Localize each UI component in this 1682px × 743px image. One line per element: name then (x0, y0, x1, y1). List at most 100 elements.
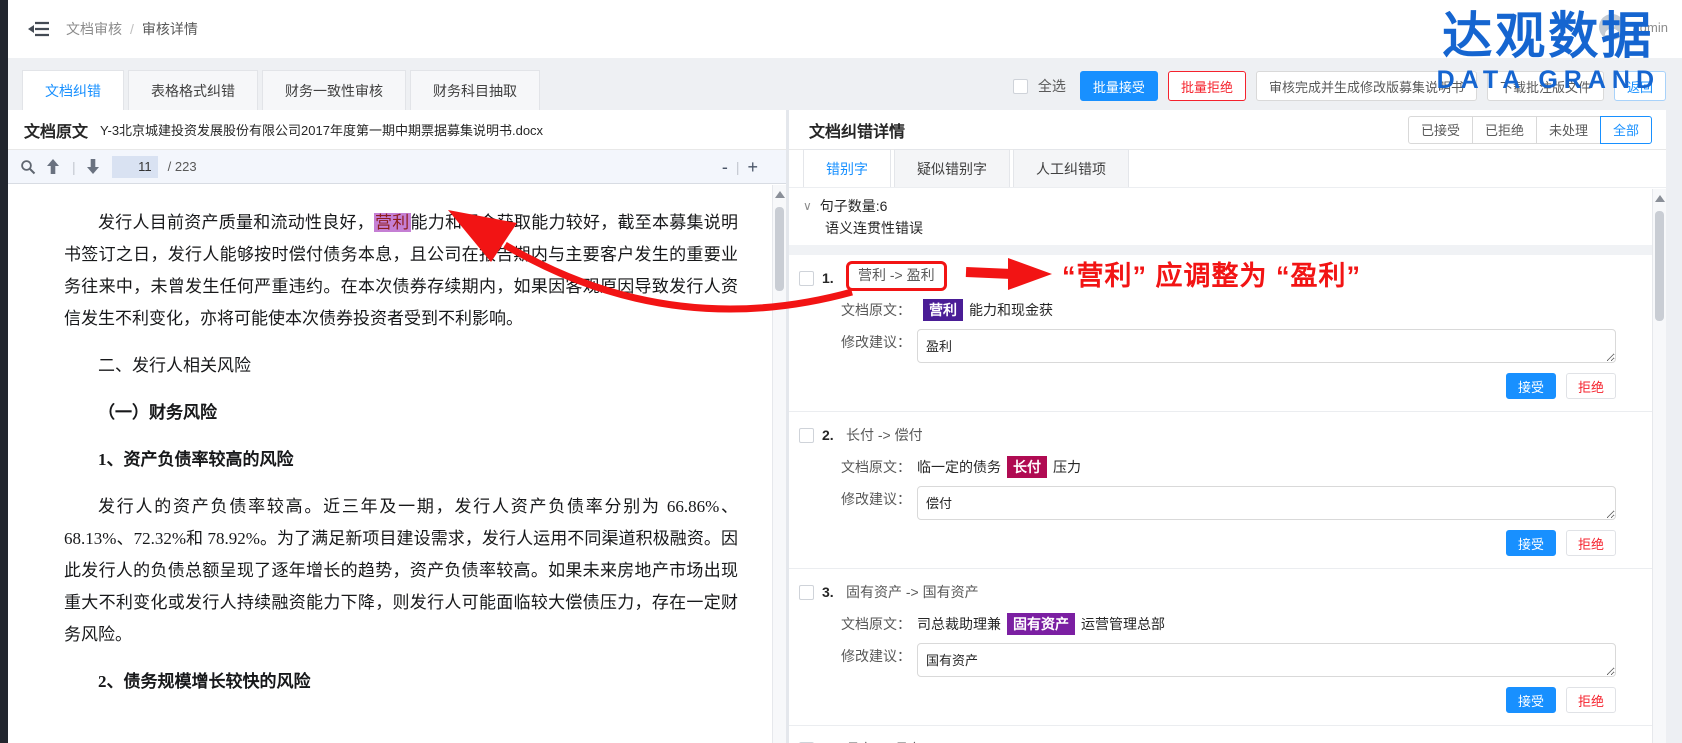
doc-error-highlight: 营利 (374, 213, 411, 232)
menu-fold-icon[interactable] (28, 20, 50, 38)
suggestion-label: 修改建议： (841, 329, 917, 355)
sentence-count: 句子数量:6 (820, 196, 888, 216)
chevron-down-icon[interactable]: ∨ (803, 199, 812, 213)
suggestion-label: 修改建议： (841, 486, 917, 512)
top-actions: 全选 批量接受 批量拒绝 审核完成并生成修改版募集说明书 下载批注版文件 返回 (1013, 71, 1666, 110)
batch-reject-button[interactable]: 批量拒绝 (1168, 71, 1246, 101)
accept-button[interactable]: 接受 (1506, 373, 1556, 399)
correction-text: 营利 -> 盈利 (846, 261, 947, 291)
breadcrumb-review-detail: 审核详情 (142, 19, 198, 39)
filter-accepted[interactable]: 已接受 (1408, 116, 1473, 144)
status-filter-group: 已接受 已拒绝 未处理 全部 (1408, 116, 1652, 144)
tab-financial-consistency[interactable]: 财务一致性审核 (262, 70, 406, 110)
page-number-input[interactable] (112, 156, 158, 178)
doc-paragraph-1: 发行人目前资产质量和流动性良好，营利能力和现金获取能力较好，截至本募集说明书签订… (64, 207, 738, 335)
original-label: 文档原文： (841, 611, 917, 637)
item-number: 2. (822, 427, 838, 443)
item-checkbox[interactable] (799, 585, 814, 600)
correction-item-1: 1. 营利 -> 盈利 文档原文： 营利能力和现金获 修改建议： 盈利 接受 拒… (789, 255, 1652, 412)
suggestion-input[interactable]: 盈利 (917, 329, 1616, 363)
original-label: 文档原文： (841, 297, 917, 323)
correction-text: 长付 -> 偿付 (846, 425, 923, 445)
breadcrumb: 文档审核 / 审核详情 (66, 19, 198, 39)
document-panel-title: 文档原文 (24, 118, 88, 142)
breadcrumb-doc-review[interactable]: 文档审核 (66, 19, 122, 39)
tab-doc-correction[interactable]: 文档纠错 (22, 70, 124, 110)
doc-heading-2: （一）财务风险 (98, 397, 738, 429)
tab-row: 文档纠错 表格格式纠错 财务一致性审核 财务科目抽取 全选 批量接受 批量拒绝 … (8, 58, 1682, 110)
collapsed-sidebar (0, 0, 8, 743)
page-up-icon[interactable] (46, 159, 62, 175)
error-highlight: 固有资产 (1007, 613, 1075, 635)
item-number: 3. (822, 584, 838, 600)
zoom-controls: - | + (722, 158, 774, 176)
reject-button[interactable]: 拒绝 (1566, 687, 1616, 713)
filter-all[interactable]: 全部 (1600, 116, 1652, 144)
original-context: 临一定的债务长付压力 (917, 454, 1081, 480)
group-divider (789, 245, 1652, 255)
filter-pending[interactable]: 未处理 (1536, 116, 1601, 144)
user-area[interactable]: admin (1599, 14, 1668, 40)
reject-button[interactable]: 拒绝 (1566, 530, 1616, 556)
review-scrollbar[interactable] (1652, 189, 1666, 743)
tab-table-format[interactable]: 表格格式纠错 (128, 70, 258, 110)
review-panel-title: 文档纠错详情 (809, 118, 905, 142)
document-scrollbar-thumb[interactable] (775, 207, 784, 291)
review-scrollbar-thumb[interactable] (1655, 211, 1664, 321)
item-checkbox[interactable] (799, 271, 814, 286)
original-context: 营利能力和现金获 (917, 297, 1053, 323)
main-tabs: 文档纠错 表格格式纠错 财务一致性审核 财务科目抽取 (22, 70, 544, 110)
accept-button[interactable]: 接受 (1506, 687, 1556, 713)
finish-generate-button[interactable]: 审核完成并生成修改版募集说明书 (1256, 71, 1477, 101)
filter-rejected[interactable]: 已拒绝 (1472, 116, 1537, 144)
zoom-out-button[interactable]: - (722, 158, 728, 176)
search-icon[interactable] (20, 159, 36, 175)
doc-heading-4: 2、债务规模增长较快的风险 (98, 666, 738, 698)
batch-accept-button[interactable]: 批量接受 (1080, 71, 1158, 101)
reject-button[interactable]: 拒绝 (1566, 373, 1616, 399)
error-highlight: 长付 (1007, 456, 1047, 478)
review-panel: 文档纠错详情 已接受 已拒绝 未处理 全部 错别字 疑似错别字 人工纠错项 ∨ … (789, 110, 1666, 743)
document-filename: Y-3北京城建投资发展股份有限公司2017年度第一期中期票据募集说明书.docx (100, 120, 543, 139)
document-panel-header: 文档原文 Y-3北京城建投资发展股份有限公司2017年度第一期中期票据募集说明书… (8, 110, 786, 150)
page-total: / 223 (168, 159, 197, 174)
scroll-up-arrow-icon[interactable] (1655, 195, 1665, 202)
page-down-icon[interactable] (86, 159, 102, 175)
tab-suspected-typos[interactable]: 疑似错别字 (894, 149, 1010, 187)
tab-financial-subject[interactable]: 财务科目抽取 (410, 70, 540, 110)
correction-item-2: 2. 长付 -> 偿付 文档原文： 临一定的债务长付压力 修改建议： 偿付 接受… (789, 412, 1652, 569)
tab-typos[interactable]: 错别字 (803, 149, 891, 187)
page-scroll-gutter (1666, 110, 1682, 743)
document-scrollbar[interactable] (772, 185, 786, 743)
document-toolbar: | / 223 - | + (8, 150, 786, 184)
correction-group-header: ∨ 句子数量:6 语义连贯性错误 (789, 189, 1652, 239)
correction-item-4: 4. 且有 -> 具有 文档原文： 且有丰富的公开市 修改建议： 具有 (789, 726, 1652, 743)
review-tabs: 错别字 疑似错别字 人工纠错项 (789, 150, 1666, 188)
back-button[interactable]: 返回 (1614, 71, 1666, 101)
suggestion-input[interactable]: 偿付 (917, 486, 1616, 520)
download-annotated-button[interactable]: 下载批注版文件 (1487, 71, 1604, 101)
suggestion-input[interactable]: 国有资产 (917, 643, 1616, 677)
avatar (1599, 14, 1625, 40)
scroll-up-arrow-icon[interactable] (775, 191, 785, 198)
select-all-label: 全选 (1038, 76, 1066, 96)
accept-button[interactable]: 接受 (1506, 530, 1556, 556)
item-checkbox[interactable] (799, 428, 814, 443)
correction-item-3: 3. 固有资产 -> 国有资产 文档原文： 司总裁助理兼固有资产运营管理总部 修… (789, 569, 1652, 726)
main-content: 文档原文 Y-3北京城建投资发展股份有限公司2017年度第一期中期票据募集说明书… (8, 110, 1682, 743)
zoom-in-button[interactable]: + (747, 158, 758, 176)
error-type-label: 语义连贯性错误 (825, 217, 1652, 239)
doc-heading-3: 1、资产负债率较高的风险 (98, 444, 738, 476)
tab-manual-corrections[interactable]: 人工纠错项 (1013, 149, 1129, 187)
item-number: 1. (822, 270, 838, 286)
correction-list: ∨ 句子数量:6 语义连贯性错误 1. 营利 -> 盈利 文档原文： 营 (789, 189, 1652, 743)
correction-text: 且有 -> 具有 (846, 739, 923, 743)
suggestion-label: 修改建议： (841, 643, 917, 669)
top-header: 文档审核 / 审核详情 admin (8, 0, 1682, 58)
review-panel-header: 文档纠错详情 已接受 已拒绝 未处理 全部 (789, 110, 1666, 150)
error-highlight: 营利 (923, 299, 963, 321)
doc-heading-1: 二、发行人相关风险 (98, 350, 738, 382)
select-all-checkbox[interactable] (1013, 79, 1028, 94)
document-content: 发行人目前资产质量和流动性良好，营利能力和现金获取能力较好，截至本募集说明书签订… (8, 185, 772, 743)
toolbar-separator: | (72, 159, 76, 175)
